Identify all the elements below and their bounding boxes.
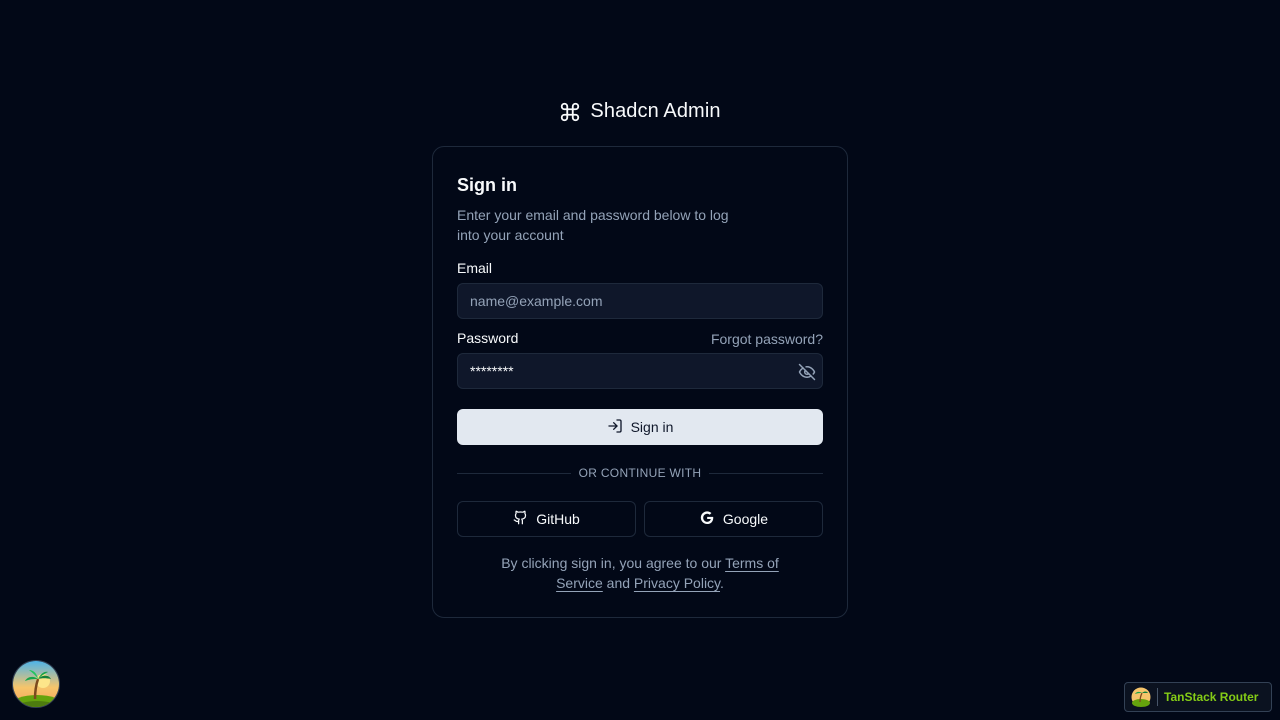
devtools-toggle-logo[interactable] bbox=[12, 660, 60, 708]
google-button[interactable]: Google bbox=[644, 501, 823, 537]
tanstack-logo-icon bbox=[1131, 687, 1151, 707]
divider: OR CONTINUE WITH bbox=[457, 465, 824, 481]
eye-off-icon[interactable] bbox=[798, 363, 816, 381]
password-field-box bbox=[457, 353, 823, 389]
palm-island-icon bbox=[13, 661, 59, 707]
command-icon bbox=[559, 101, 581, 123]
tanstack-router-devtools-badge[interactable]: TanStack Router bbox=[1124, 682, 1272, 712]
github-button-label: GitHub bbox=[536, 511, 580, 527]
terms-middle: and bbox=[602, 575, 634, 591]
brand-title: Shadcn Admin bbox=[590, 100, 721, 122]
terms-suffix: . bbox=[720, 575, 724, 591]
divider-line bbox=[457, 472, 571, 474]
divider-line bbox=[709, 472, 824, 474]
github-button[interactable]: GitHub bbox=[457, 501, 636, 537]
card-description: Enter your email and password below to l… bbox=[457, 207, 729, 243]
google-icon bbox=[699, 510, 715, 529]
terms-prefix: By clicking sign in, you agree to our bbox=[501, 555, 726, 571]
divider-text: OR CONTINUE WITH bbox=[578, 466, 702, 480]
router-label: TanStack Router bbox=[1164, 690, 1259, 704]
card-title: Sign in bbox=[457, 175, 517, 195]
password-label: Password bbox=[457, 330, 519, 346]
signin-card: Sign in Enter your email and password be… bbox=[432, 146, 848, 618]
brand-header: Shadcn Admin bbox=[0, 100, 1280, 123]
log-in-icon bbox=[607, 418, 623, 437]
email-label: Email bbox=[457, 260, 493, 276]
sign-in-button[interactable]: Sign in bbox=[457, 409, 823, 445]
privacy-policy-link[interactable]: Privacy Policy bbox=[634, 575, 720, 591]
terms-text: By clicking sign in, you agree to our Te… bbox=[457, 553, 823, 593]
badge-separator bbox=[1157, 688, 1158, 706]
sign-in-button-label: Sign in bbox=[630, 419, 674, 435]
email-field-box bbox=[457, 283, 823, 319]
password-field[interactable] bbox=[470, 363, 810, 379]
google-button-label: Google bbox=[722, 511, 769, 527]
github-icon bbox=[513, 510, 528, 528]
terms-wrapper: By clicking sign in, you agree to our Te… bbox=[457, 553, 823, 593]
email-field[interactable] bbox=[470, 293, 810, 309]
forgot-password-link[interactable]: Forgot password? bbox=[711, 331, 823, 347]
